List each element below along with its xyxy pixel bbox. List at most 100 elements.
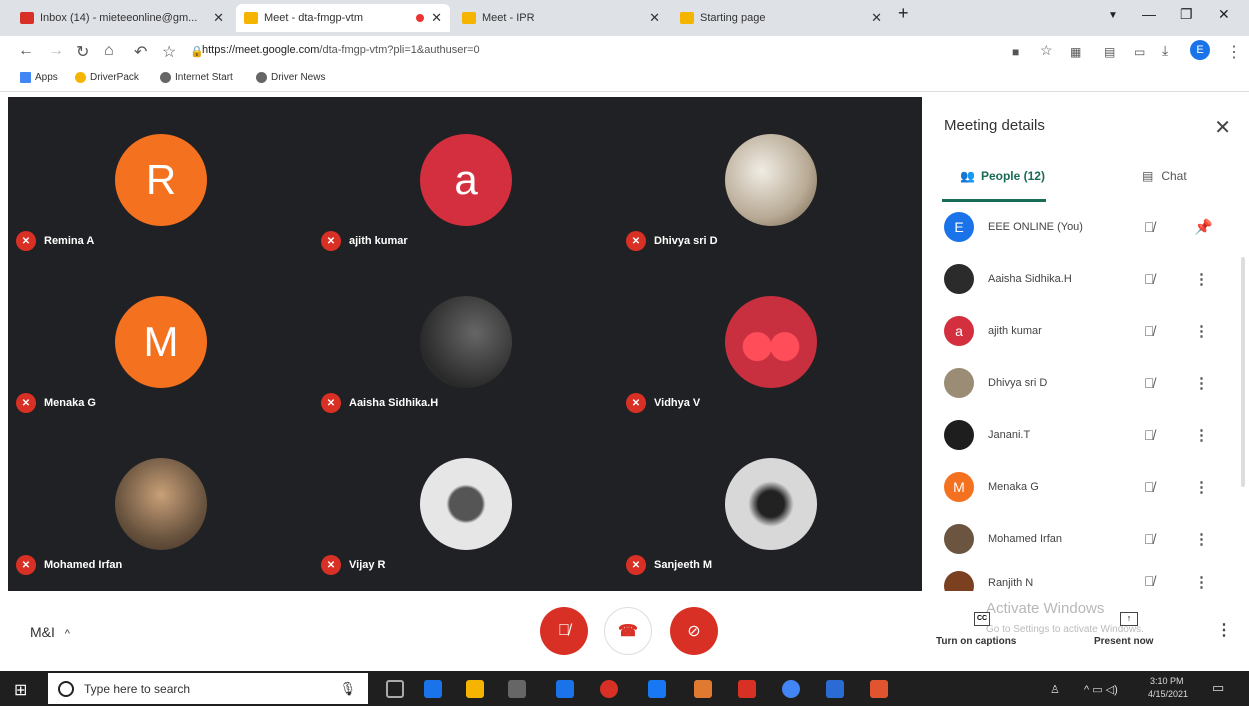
camera-toggle-button[interactable]: ⊘: [670, 607, 718, 655]
avatar: [944, 264, 974, 294]
participant-tile[interactable]: ✕ Aaisha Sidhika.H: [313, 259, 618, 421]
more-options-icon[interactable]: ⋮: [1194, 322, 1209, 340]
meeting-details-toggle[interactable]: M&I ^: [30, 624, 70, 640]
tab-meet-active[interactable]: Meet - dta-fmgp-vtm ✕: [236, 4, 450, 32]
file-explorer-icon[interactable]: [466, 680, 484, 698]
list-item[interactable]: E EEE ONLINE (You) 🎙̸ 📌: [922, 201, 1249, 253]
mic-toggle-button[interactable]: 🎙̸: [540, 607, 588, 655]
browser-menu-icon[interactable]: ⋮: [1226, 42, 1242, 62]
tab-gmail[interactable]: Inbox (14) - mieteeonline@gm... ✕: [12, 4, 232, 32]
more-options-icon[interactable]: ⋮: [1194, 374, 1209, 392]
more-options-icon[interactable]: ⋮: [1216, 620, 1232, 640]
forward-icon[interactable]: →: [48, 42, 64, 60]
powerpoint-icon[interactable]: [870, 680, 888, 698]
tray-icons[interactable]: ^ ▭ ◁): [1084, 683, 1118, 696]
page-icon: [680, 12, 694, 24]
close-window-icon[interactable]: ✕: [1218, 6, 1230, 23]
minimize-icon[interactable]: —: [1142, 6, 1156, 22]
present-icon[interactable]: ↑: [1120, 612, 1138, 626]
task-view-icon[interactable]: [386, 680, 404, 698]
people-icon: 👥: [960, 169, 975, 183]
list-item[interactable]: M Menaka G 🎙̸ ⋮: [922, 461, 1249, 513]
clock-date[interactable]: 4/15/2021: [1148, 689, 1188, 699]
star-icon[interactable]: ☆: [1040, 42, 1053, 59]
mail-icon[interactable]: [556, 680, 574, 698]
close-tab-icon[interactable]: ✕: [871, 10, 882, 26]
people-tray-icon[interactable]: ♙: [1050, 683, 1060, 696]
app-icon-2[interactable]: [826, 680, 844, 698]
cast-icon[interactable]: ▭: [1134, 45, 1145, 59]
undo-icon[interactable]: ↶: [134, 42, 147, 62]
profile-avatar[interactable]: E: [1190, 40, 1210, 60]
facebook-icon[interactable]: [648, 680, 666, 698]
participant-tile[interactable]: ✕ Vijay R: [313, 421, 618, 583]
tab-chat[interactable]: ▤ Chat: [1142, 169, 1187, 183]
home-icon[interactable]: ⌂: [104, 42, 114, 60]
extension-icon-2[interactable]: ▤: [1104, 45, 1115, 59]
close-tab-icon[interactable]: ✕: [649, 10, 660, 26]
notification-icon[interactable]: ▭: [1212, 680, 1224, 696]
list-item[interactable]: Aaisha Sidhika.H 🎙̸ ⋮: [922, 253, 1249, 305]
tab-people[interactable]: 👥 People (12): [960, 169, 1045, 183]
more-options-icon[interactable]: ⋮: [1194, 573, 1209, 591]
more-options-icon[interactable]: ⋮: [1194, 530, 1209, 548]
more-options-icon[interactable]: ⋮: [1194, 270, 1209, 288]
tab-meet-ipr[interactable]: Meet - IPR ✕: [454, 4, 668, 32]
close-panel-icon[interactable]: ✕: [1214, 115, 1231, 140]
list-item[interactable]: Janani.T 🎙̸ ⋮: [922, 409, 1249, 461]
chrome-icon[interactable]: [782, 680, 800, 698]
mic-off-icon: ✕: [16, 393, 36, 413]
participant-tile[interactable]: a ✕ ajith kumar: [313, 97, 618, 259]
clock-time[interactable]: 3:10 PM: [1150, 676, 1184, 686]
taskbar-search[interactable]: Type here to search 🎙: [48, 673, 368, 704]
edge-icon[interactable]: [424, 680, 442, 698]
tab-starting-page[interactable]: Starting page ✕: [672, 4, 890, 32]
list-item[interactable]: Mohamed Irfan 🎙̸ ⋮: [922, 513, 1249, 565]
list-item[interactable]: Dhivya sri D 🎙̸ ⋮: [922, 357, 1249, 409]
participant-tile[interactable]: R ✕ Remina A: [8, 97, 313, 259]
captions-button-label[interactable]: Turn on captions: [936, 636, 1016, 647]
close-tab-icon[interactable]: ✕: [431, 10, 442, 26]
store-icon[interactable]: [508, 680, 526, 698]
download-icon[interactable]: ⤓: [1162, 42, 1168, 59]
meet-icon: [244, 12, 258, 24]
list-item[interactable]: a ajith kumar 🎙̸ ⋮: [922, 305, 1249, 357]
bookmark-driver-news[interactable]: Driver News: [256, 72, 325, 83]
participant-tile[interactable]: ✕ Mohamed Irfan: [8, 421, 313, 583]
back-icon[interactable]: ←: [18, 42, 34, 60]
bookmark-star-icon[interactable]: ☆: [162, 42, 176, 62]
more-options-icon[interactable]: ⋮: [1194, 426, 1209, 444]
close-tab-icon[interactable]: ✕: [213, 10, 224, 26]
extension-icon[interactable]: ▦: [1070, 45, 1081, 59]
opera-icon[interactable]: [600, 680, 618, 698]
pin-icon[interactable]: 📌: [1194, 218, 1213, 236]
captions-icon[interactable]: CC: [974, 612, 990, 626]
windows-start-icon[interactable]: ⊞: [14, 680, 27, 700]
present-button-label[interactable]: Present now: [1094, 636, 1153, 647]
participant-tile[interactable]: ✕ Vidhya V: [618, 259, 923, 421]
microphone-icon[interactable]: 🎙: [339, 681, 356, 697]
bookmark-apps[interactable]: Apps: [20, 72, 58, 83]
maximize-icon[interactable]: ❐: [1180, 6, 1193, 23]
list-item[interactable]: Ranjith N 🎙̸ ⋮: [922, 565, 1249, 591]
reload-icon[interactable]: ↻: [76, 42, 89, 62]
participant-name: Dhivya sri D: [988, 377, 1048, 389]
panel-scrollbar[interactable]: [1241, 257, 1245, 487]
leave-call-button[interactable]: ☎: [604, 607, 652, 655]
pdf-icon[interactable]: [738, 680, 756, 698]
bookmark-internet-start[interactable]: Internet Start: [160, 72, 233, 83]
camera-icon[interactable]: ■: [1012, 45, 1019, 59]
tab-search-icon[interactable]: ▼: [1108, 10, 1118, 21]
mic-off-icon: ✕: [321, 393, 341, 413]
avatar: M: [944, 472, 974, 502]
chevron-up-icon: ^: [64, 628, 70, 640]
participant-tile[interactable]: ✕ Dhivya sri D: [618, 97, 923, 259]
app-icon[interactable]: [694, 680, 712, 698]
url-field[interactable]: https://meet.google.com/dta-fmgp-vtm?pli…: [202, 44, 480, 56]
participant-tile[interactable]: ✕ Sanjeeth M: [618, 421, 923, 583]
participant-tile[interactable]: M ✕ Menaka G: [8, 259, 313, 421]
meeting-label: M&I: [30, 624, 55, 640]
bookmark-driverpack[interactable]: DriverPack: [75, 72, 139, 83]
more-options-icon[interactable]: ⋮: [1194, 478, 1209, 496]
new-tab-button[interactable]: +: [898, 3, 909, 24]
